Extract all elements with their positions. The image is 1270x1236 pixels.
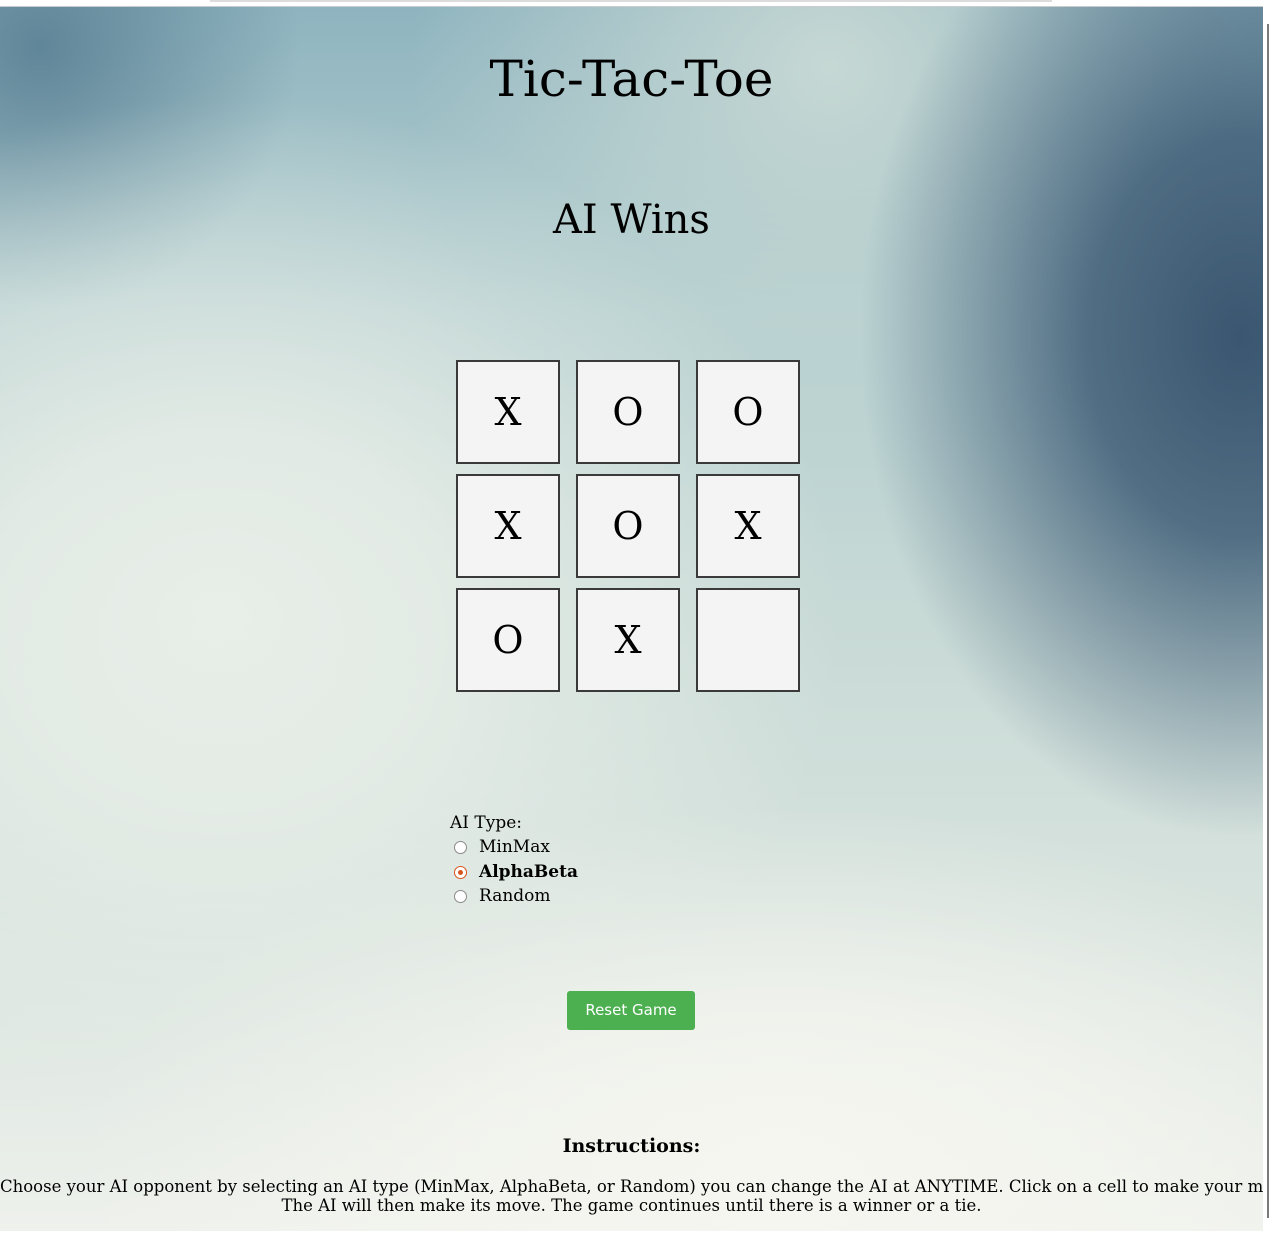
window-top-edge xyxy=(210,0,1052,2)
radio-random[interactable] xyxy=(454,890,467,903)
board-cell-2-2[interactable] xyxy=(696,588,800,692)
instructions-line-2: The AI will then make its move. The game… xyxy=(281,1196,982,1215)
page-title: Tic-Tac-Toe xyxy=(489,50,774,108)
instructions-line-1: Choose your AI opponent by selecting an … xyxy=(0,1177,1263,1196)
game-page: Tic-Tac-Toe AI Wins X O O X O X O X AI T… xyxy=(0,6,1263,1231)
game-board: X O O X O X O X xyxy=(456,360,806,700)
radio-alphabeta[interactable] xyxy=(454,866,467,879)
scrollbar-thumb[interactable] xyxy=(1267,24,1269,1218)
game-status: AI Wins xyxy=(553,197,710,243)
ai-option-label: AlphaBeta xyxy=(479,862,578,882)
instructions-text: Choose your AI opponent by selecting an … xyxy=(0,1177,1263,1215)
board-cell-0-2[interactable]: O xyxy=(696,360,800,464)
board-cell-0-1[interactable]: O xyxy=(576,360,680,464)
board-cell-1-2[interactable]: X xyxy=(696,474,800,578)
board-cell-2-1[interactable]: X xyxy=(576,588,680,692)
ai-option-label: Random xyxy=(479,886,551,906)
board-cell-1-0[interactable]: X xyxy=(456,474,560,578)
board-cell-2-0[interactable]: O xyxy=(456,588,560,692)
board-cell-1-1[interactable]: O xyxy=(576,474,680,578)
board-cell-0-0[interactable]: X xyxy=(456,360,560,464)
vertical-scrollbar[interactable] xyxy=(1263,6,1270,1236)
ai-option-label: MinMax xyxy=(479,837,550,857)
radio-minmax[interactable] xyxy=(454,841,467,854)
instructions-heading: Instructions: xyxy=(562,1135,701,1157)
ai-type-label: AI Type: xyxy=(450,813,523,833)
reset-game-button[interactable]: Reset Game xyxy=(567,991,695,1030)
